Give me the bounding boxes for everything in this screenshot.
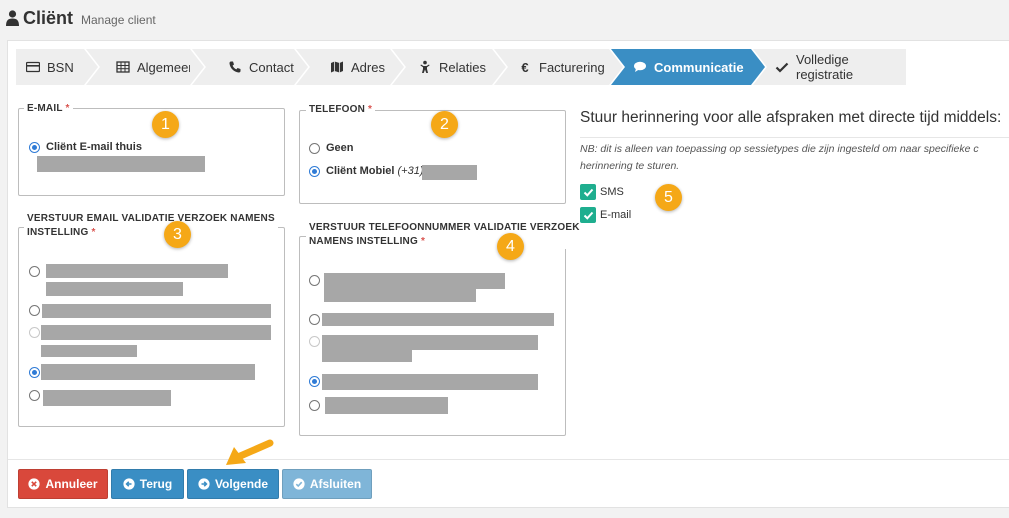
page-subtitle: Manage client (81, 13, 156, 27)
telefoon-legend: TELEFOON * (306, 103, 376, 117)
map-icon (330, 60, 344, 74)
redacted-option (43, 390, 171, 406)
tab-label: Relaties (439, 59, 486, 75)
tab-label: Algemeen (137, 59, 196, 75)
email-validation-legend: VERSTUUR EMAIL VALIDATIE VERZOEK NAMENS … (24, 212, 278, 240)
annotation-badge-4: 4 (497, 233, 524, 260)
phone-validation-radio-2[interactable] (309, 314, 320, 325)
phone-validation-legend: VERSTUUR TELEFOONNUMMER VALIDATIE VERZOE… (306, 221, 583, 249)
email-validation-radio-3[interactable] (29, 327, 40, 338)
finish-button[interactable]: Afsluiten (282, 469, 372, 499)
email-validation-radio-4[interactable] (29, 367, 40, 378)
redacted-option (322, 335, 538, 350)
email-checkbox[interactable] (580, 207, 596, 223)
tab-relaties[interactable]: Relaties (392, 49, 508, 85)
arrow-circle-left-icon (123, 478, 135, 490)
annotation-badge-1: 1 (152, 111, 179, 138)
annotation-badge-3: 3 (164, 221, 191, 248)
tab-label: BSN (47, 59, 74, 75)
times-circle-icon (28, 478, 41, 490)
email-validation-radio-2[interactable] (29, 305, 40, 316)
sms-checkbox[interactable] (580, 184, 596, 200)
back-button[interactable]: Terug (111, 469, 184, 499)
redacted-option (324, 289, 476, 302)
tab-communicatie[interactable]: Communicatie (611, 49, 767, 85)
tab-label: Adres (351, 59, 385, 75)
tab-label: Volledige registratie (796, 52, 854, 82)
check-circle-icon (293, 478, 305, 490)
telefoon-option-mobiel[interactable]: Cliënt Mobiel (+31) (309, 165, 424, 177)
redacted-option (322, 374, 538, 390)
email-option-label: Cliënt E-mail thuis (46, 141, 142, 153)
email-validation-radio-1[interactable] (29, 266, 40, 277)
redacted-option (322, 350, 412, 362)
redacted-option (41, 325, 271, 340)
reminder-title: Stuur herinnering voor alle afspraken me… (580, 109, 1002, 126)
next-button[interactable]: Volgende (187, 469, 279, 499)
check-icon (583, 188, 593, 197)
tab-algemeen[interactable]: Algemeen (86, 49, 206, 85)
tab-bsn[interactable]: BSN (16, 49, 100, 85)
tab-label: Contact (249, 59, 294, 75)
redacted-option (324, 273, 505, 289)
reminder-note: NB: dit is alleen van toepassing op sess… (580, 137, 1009, 175)
phone-validation-radio-3[interactable] (309, 336, 320, 347)
telefoon-radio[interactable] (309, 165, 320, 177)
tab-label: Facturering (539, 59, 605, 75)
email-validation-radio-5[interactable] (29, 390, 40, 401)
reminder-option-email[interactable]: E-mail (580, 207, 631, 223)
tab-volledige-registratie[interactable]: Volledige registratie (753, 49, 906, 85)
redacted-option (42, 304, 271, 318)
tab-contact[interactable]: Contact (192, 49, 310, 85)
redacted-option (46, 264, 228, 278)
tab-adres[interactable]: Adres (296, 49, 406, 85)
telefoon-option-label: Cliënt Mobiel (+31) (326, 165, 424, 177)
redacted-phone (422, 165, 477, 180)
phone-validation-radio-5[interactable] (309, 400, 320, 411)
redacted-option (41, 345, 137, 357)
page-title: Cliënt (23, 8, 74, 28)
comments-icon (633, 60, 647, 74)
email-radio[interactable] (29, 141, 40, 153)
tab-facturering[interactable]: € Facturering (494, 49, 625, 85)
id-card-icon (26, 60, 40, 74)
tab-label: Communicatie (654, 59, 744, 75)
annotation-badge-2: 2 (431, 111, 458, 138)
wizard-steps: BSN Algemeen Contact Adres Relaties € Fa… (16, 49, 906, 85)
redacted-option (322, 313, 554, 326)
email-option-client-thuis[interactable]: Cliënt E-mail thuis (29, 141, 142, 153)
table-icon (116, 60, 130, 74)
telefoon-option-geen[interactable]: Geen (309, 142, 354, 154)
telefoon-radio[interactable] (309, 142, 320, 154)
email-legend: E-MAIL * (24, 102, 73, 116)
check-icon (583, 211, 593, 220)
check-icon (775, 60, 789, 74)
child-icon (418, 60, 432, 74)
annotation-badge-5: 5 (655, 184, 682, 211)
redacted-option (325, 397, 448, 414)
sms-label: SMS (600, 186, 624, 198)
back-label: Terug (139, 477, 173, 491)
finish-label: Afsluiten (309, 477, 362, 491)
euro-icon: € (521, 59, 529, 75)
client-form-card: BSN Algemeen Contact Adres Relaties € Fa… (7, 40, 1009, 508)
cancel-button[interactable]: Annuleer (18, 469, 108, 499)
user-icon (6, 10, 19, 26)
next-label: Volgende (214, 477, 269, 491)
redacted-option (46, 282, 183, 296)
telefoon-option-label: Geen (326, 142, 354, 154)
redacted-option (41, 364, 255, 380)
phone-validation-radio-4[interactable] (309, 376, 320, 387)
footer-divider (8, 459, 1009, 460)
page-header: Cliënt Manage client (6, 8, 156, 29)
phone-validation-radio-1[interactable] (309, 275, 320, 286)
cancel-label: Annuleer (45, 477, 98, 491)
pointer-arrow-icon (226, 439, 274, 465)
redacted-email (37, 156, 205, 172)
reminder-option-sms[interactable]: SMS (580, 184, 624, 200)
email-label: E-mail (600, 209, 632, 221)
phone-icon (228, 60, 242, 74)
arrow-circle-right-icon (198, 478, 210, 490)
